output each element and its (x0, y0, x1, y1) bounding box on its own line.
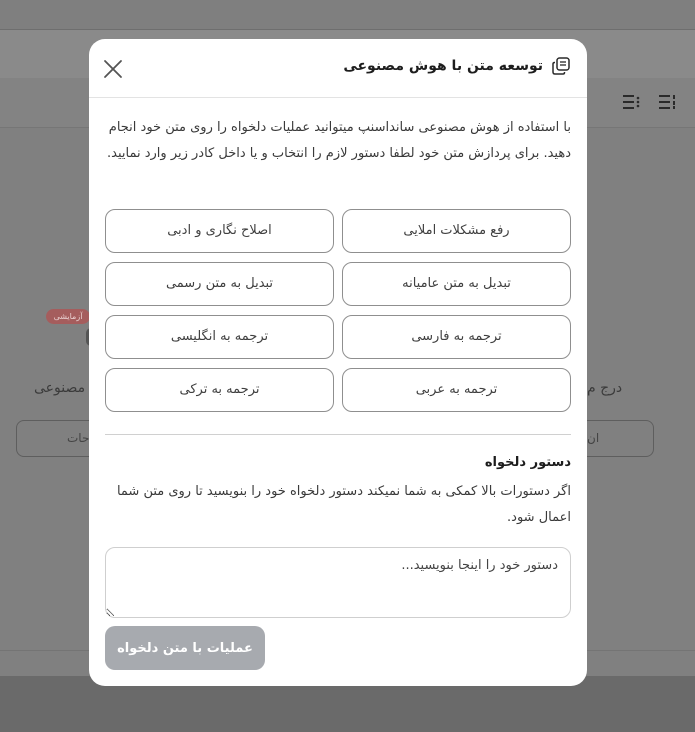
option-translate-turkish[interactable]: ترجمه به ترکی (105, 368, 334, 412)
custom-command-description: اگر دستورات بالا کمکی به شما نمیکند دستو… (116, 484, 571, 525)
option-fix-spelling[interactable]: رفع مشکلات املایی (342, 209, 571, 253)
close-icon[interactable] (101, 57, 125, 81)
modal-header: توسعه متن با هوش مصنوعی (89, 39, 587, 98)
custom-command-title: دستور دلخواه (484, 455, 571, 470)
option-to-colloquial[interactable]: تبدیل به متن عامیانه (342, 262, 571, 306)
option-translate-arabic[interactable]: ترجمه به عربی (342, 368, 571, 412)
modal-intro: با استفاده از هوش مصنوعی سانداسنپ میتوان… (107, 120, 571, 161)
option-fix-literary[interactable]: اصلاح نگاری و ادبی (105, 209, 334, 253)
modal-title-wrap: توسعه متن با هوش مصنوعی (343, 56, 571, 76)
custom-command-submit-button[interactable]: عملیات با متن دلخواه (105, 626, 265, 670)
modal-title: توسعه متن با هوش مصنوعی (343, 58, 543, 74)
option-translate-persian[interactable]: ترجمه به فارسی (342, 315, 571, 359)
copy-icon (552, 57, 570, 75)
option-translate-english[interactable]: ترجمه به انگلیسی (105, 315, 334, 359)
option-to-formal[interactable]: تبدیل به متن رسمی (105, 262, 334, 306)
custom-command-input[interactable] (105, 547, 571, 618)
modal-overlay: توسعه متن با هوش مصنوعی با استفاده از هو… (0, 0, 695, 732)
preset-options: رفع مشکلات املایی اصلاح نگاری و ادبی تبد… (105, 209, 571, 412)
divider (105, 434, 571, 435)
ai-expand-modal: توسعه متن با هوش مصنوعی با استفاده از هو… (89, 39, 587, 686)
